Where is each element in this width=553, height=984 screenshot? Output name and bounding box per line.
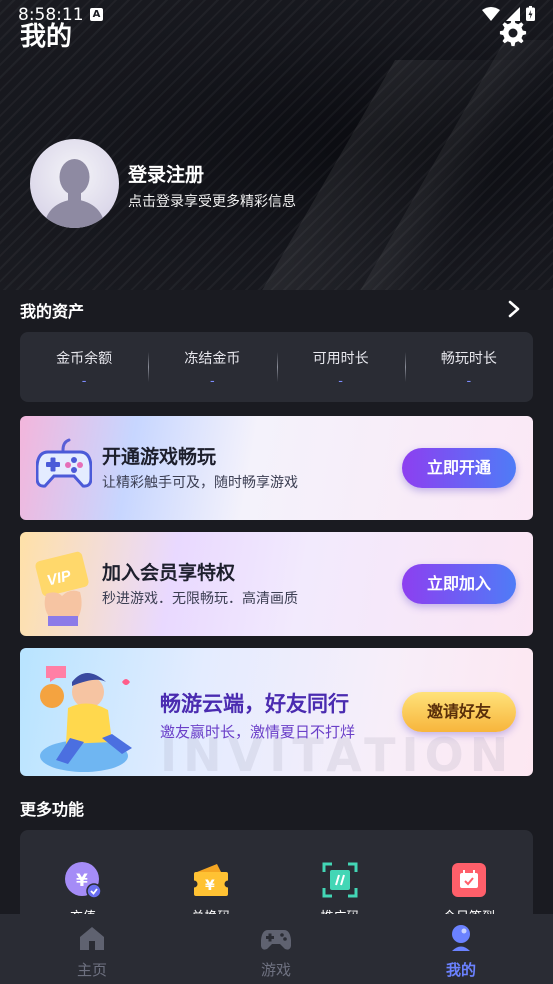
settings-gear-icon[interactable]: [498, 18, 528, 48]
svg-text:¥: ¥: [76, 871, 88, 891]
asset-available-time[interactable]: 可用时长 -: [276, 332, 405, 402]
avatar[interactable]: [30, 139, 119, 228]
chevron-right-icon[interactable]: [504, 299, 524, 319]
asset-value: -: [466, 374, 472, 389]
banner-title: 开通游戏畅玩: [102, 446, 217, 468]
page-title: 我的: [20, 22, 73, 52]
invite-friends-button[interactable]: 邀请好友: [402, 692, 516, 732]
login-hint-text: 点击登录享受更多精彩信息: [128, 194, 296, 210]
bottom-tab-bar: 主页 游戏 我的: [0, 914, 553, 984]
default-user-icon: [44, 159, 105, 228]
ticket-icon[interactable]: ¥: [193, 862, 229, 898]
assets-card: 金币余额 - 冻结金币 - 可用时长 - 畅玩时长 -: [20, 332, 533, 402]
banner-title: 畅游云端，好友同行: [160, 692, 349, 716]
tab-profile[interactable]: 我的: [411, 924, 511, 980]
tab-home[interactable]: 主页: [42, 924, 142, 980]
more-features-title: 更多功能: [20, 800, 85, 819]
gamepad-icon: [36, 438, 92, 488]
banner-subtitle: 邀友赢时长，激情夏日不打烊: [160, 723, 356, 741]
home-icon: [80, 927, 104, 950]
banner-invite-friends[interactable]: INVITATION 畅游云端，好友同行 邀友赢时长，激情夏日不打烊 邀请好友: [20, 648, 533, 776]
asset-play-time[interactable]: 畅玩时长 -: [404, 332, 533, 402]
asset-label: 冻结金币: [184, 351, 241, 367]
banner-vip-membership[interactable]: VIP 加入会员享特权 秒进游戏．无限畅玩．高清画质 立即加入: [20, 532, 533, 636]
asset-value: -: [210, 374, 215, 389]
asset-frozen-coins[interactable]: 冻结金币 -: [148, 332, 276, 402]
banner-subtitle: 秒进游戏．无限畅玩．高清画质: [102, 591, 298, 607]
tab-label: 我的: [445, 961, 476, 979]
asset-value: -: [338, 374, 343, 389]
open-now-button[interactable]: 立即开通: [402, 448, 516, 488]
asset-label: 畅玩时长: [440, 351, 497, 367]
login-register-link[interactable]: 登录注册: [128, 160, 204, 187]
banner-game-access[interactable]: 开通游戏畅玩 让精彩触手可及，随时畅享游戏 立即开通: [20, 416, 533, 520]
calendar-checkin-icon[interactable]: [451, 862, 487, 898]
asset-label: 可用时长: [312, 351, 369, 367]
profile-icon: [452, 925, 470, 951]
tab-games[interactable]: 游戏: [226, 924, 326, 980]
asset-label: 金币余额: [56, 351, 113, 367]
notification-badge-icon: A: [90, 8, 103, 21]
vip-card-icon: VIP: [35, 551, 89, 626]
scan-code-icon[interactable]: [322, 862, 358, 898]
asset-coin-balance[interactable]: 金币余额 -: [20, 332, 148, 402]
svg-text:¥: ¥: [205, 878, 215, 894]
gamepad-icon: [261, 930, 291, 950]
tab-label: 主页: [76, 961, 107, 979]
tab-label: 游戏: [260, 961, 291, 979]
join-now-button[interactable]: 立即加入: [402, 564, 516, 604]
character-illustration-icon: [40, 666, 132, 772]
assets-section-title: 我的资产: [20, 302, 85, 321]
asset-value: -: [81, 374, 87, 389]
banner-subtitle: 让精彩触手可及，随时畅享游戏: [102, 475, 298, 491]
coin-recharge-icon[interactable]: ¥: [65, 862, 101, 898]
status-bar: 8:58:11 A: [0, 0, 553, 30]
banner-title: 加入会员享特权: [102, 562, 236, 584]
